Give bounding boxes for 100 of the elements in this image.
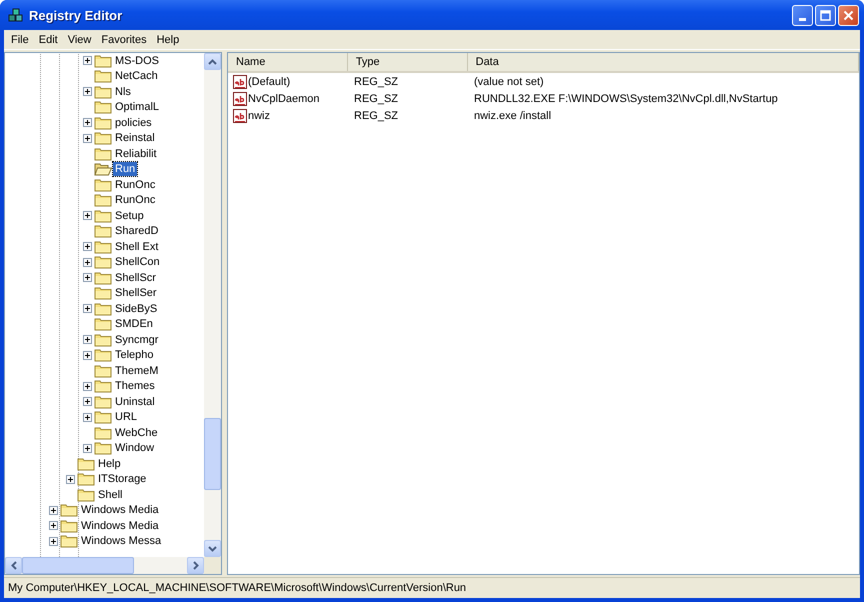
value-name[interactable]: NvCplDaemon <box>248 92 320 104</box>
tree-item[interactable]: Reliabilit <box>113 146 159 161</box>
tree-item[interactable]: ShellSer <box>113 286 159 300</box>
folder-icon <box>94 302 112 316</box>
expand-icon[interactable] <box>66 474 75 484</box>
expand-icon[interactable] <box>83 350 92 360</box>
tree-item[interactable]: policies <box>113 116 154 130</box>
menu-item[interactable]: View <box>62 34 96 46</box>
tree-item[interactable]: NetCach <box>113 69 160 84</box>
tree-item[interactable]: Reinstal <box>113 131 157 146</box>
tree-item[interactable]: Nls <box>113 84 133 99</box>
tree-item[interactable]: Setup <box>113 208 146 223</box>
column-header[interactable]: Data <box>468 53 859 71</box>
folder-icon <box>94 54 112 68</box>
menu-item[interactable]: Help <box>152 34 184 46</box>
tree-item[interactable]: Uninstal <box>113 394 157 409</box>
tree-item[interactable]: RunOnc <box>113 178 158 192</box>
scroll-up-button[interactable] <box>204 53 221 70</box>
registry-cubes-icon <box>8 7 24 23</box>
folder-icon <box>94 116 112 130</box>
expand-icon[interactable] <box>83 87 92 96</box>
value-data: nwiz.exe /install <box>473 110 552 122</box>
expand-icon[interactable] <box>83 56 92 66</box>
tree-item[interactable]: Themes <box>113 379 157 394</box>
folder-icon <box>94 426 112 440</box>
scroll-thumb[interactable] <box>204 418 221 490</box>
column-header[interactable]: Type <box>348 53 468 71</box>
folder-icon <box>94 255 112 270</box>
folder-icon <box>94 441 112 456</box>
tree-item[interactable]: SMDEn <box>113 317 155 332</box>
open-folder-icon <box>94 162 112 176</box>
expand-icon[interactable] <box>83 273 92 282</box>
tree-item[interactable]: ThemeM <box>113 364 160 378</box>
expand-icon[interactable] <box>83 397 92 406</box>
folder-icon <box>94 410 112 424</box>
string-value-icon <box>232 90 248 106</box>
expand-icon[interactable] <box>83 258 92 267</box>
tree-item[interactable]: Shell <box>96 488 124 502</box>
column-header[interactable]: Name <box>228 53 348 71</box>
horizontal-scrollbar[interactable] <box>5 557 221 574</box>
tree-item[interactable]: Run <box>113 162 138 176</box>
scroll-right-button[interactable] <box>187 557 204 574</box>
expand-icon[interactable] <box>49 506 58 515</box>
scroll-thumb[interactable] <box>22 557 134 574</box>
folder-icon <box>94 240 112 254</box>
tree-item[interactable]: RunOnc <box>113 193 158 208</box>
folder-icon <box>94 146 112 161</box>
folder-icon <box>94 286 112 300</box>
expand-icon[interactable] <box>83 444 92 453</box>
tree-item[interactable]: Window <box>113 441 156 456</box>
menu-item[interactable]: Favorites <box>96 34 152 46</box>
vertical-scrollbar[interactable] <box>204 53 221 557</box>
expand-icon[interactable] <box>83 412 92 422</box>
expand-icon[interactable] <box>49 521 58 530</box>
tree-item[interactable]: ShellCon <box>113 255 162 270</box>
value-name[interactable]: (Default) <box>248 76 290 88</box>
expand-icon[interactable] <box>83 118 92 128</box>
minimize-button[interactable] <box>792 4 813 26</box>
expand-icon[interactable] <box>83 211 92 220</box>
tree-item[interactable]: Windows Messa <box>79 534 164 548</box>
tree-item[interactable]: OptimalL <box>113 100 162 114</box>
maximize-icon <box>820 10 831 20</box>
tree-item[interactable]: Shell Ext <box>113 240 160 254</box>
menu-item[interactable]: Edit <box>34 34 63 46</box>
tree-item[interactable]: Syncmgr <box>113 332 160 347</box>
minimize-icon <box>799 18 806 20</box>
tree-item[interactable]: ShellScr <box>113 270 158 285</box>
tree-item[interactable]: MS-DOS <box>113 54 161 68</box>
folder-icon <box>94 193 112 208</box>
scroll-left-button[interactable] <box>5 557 22 574</box>
tree-item[interactable]: Windows Media <box>79 518 161 533</box>
expand-icon[interactable] <box>83 335 92 344</box>
tree-item[interactable]: URL <box>113 410 140 424</box>
tree-item[interactable]: WebChe <box>113 426 160 440</box>
folder-icon <box>94 364 112 378</box>
tree-item[interactable]: Help <box>96 456 123 471</box>
tree-item[interactable]: Windows Media <box>79 503 161 518</box>
folder-icon <box>94 178 112 192</box>
value-name[interactable]: nwiz <box>248 110 270 122</box>
folder-icon <box>60 518 78 533</box>
value-type: REG_SZ <box>353 76 400 88</box>
tree-item[interactable]: ITStorage <box>96 472 148 486</box>
tree-item[interactable]: Telepho <box>113 348 156 362</box>
expand-icon[interactable] <box>83 134 92 143</box>
expand-icon[interactable] <box>83 382 92 391</box>
tree-item[interactable]: SharedD <box>113 224 160 238</box>
menu-item[interactable]: File <box>6 34 34 46</box>
folder-icon <box>77 472 95 486</box>
close-icon <box>843 10 854 20</box>
expand-icon[interactable] <box>49 536 58 546</box>
expand-icon[interactable] <box>83 242 92 252</box>
folder-icon <box>94 131 112 146</box>
folder-icon <box>94 208 112 223</box>
close-button[interactable] <box>838 4 859 26</box>
tree-item[interactable]: SideByS <box>113 302 160 316</box>
maximize-button[interactable] <box>815 4 836 26</box>
value-data: (value not set) <box>473 76 544 88</box>
expand-icon[interactable] <box>83 304 92 314</box>
window-title: Registry Editor <box>29 8 122 22</box>
scroll-down-button[interactable] <box>204 540 221 557</box>
